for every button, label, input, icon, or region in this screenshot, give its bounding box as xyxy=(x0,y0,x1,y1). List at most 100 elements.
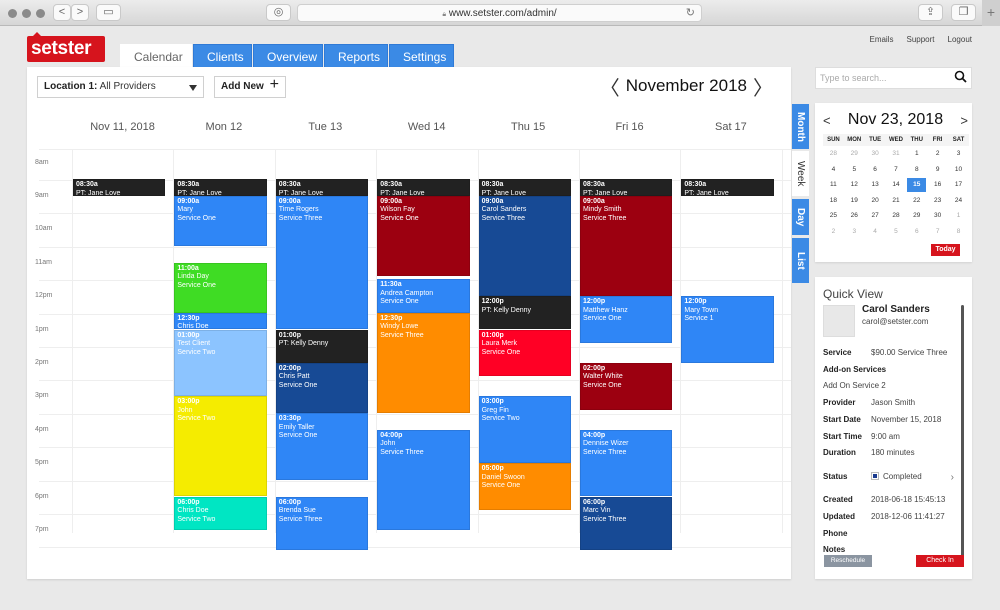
tab-calendar[interactable]: Calendar xyxy=(120,44,192,68)
appointment-event[interactable]: 08:30a PT: Jane Love xyxy=(377,179,470,196)
appointment-event[interactable]: 03:00p Greg Fin Service Two xyxy=(478,396,571,464)
appointment-event[interactable]: 02:00p Chris Patt Service One xyxy=(275,362,369,413)
appointment-event[interactable]: 01:00p Laura Merk Service One xyxy=(478,329,571,377)
search-icon[interactable] xyxy=(954,70,967,83)
window-zoom-button[interactable] xyxy=(36,9,45,18)
forward-button[interactable]: > xyxy=(71,4,89,21)
logout-link[interactable]: Logout xyxy=(948,35,972,44)
mini-calendar-day[interactable]: 17 xyxy=(948,177,969,193)
check-in-button[interactable]: Check In xyxy=(916,555,964,567)
appointment-event[interactable]: 12:00p Mary Town Service 1 xyxy=(681,296,774,363)
quick-view-scrollbar[interactable] xyxy=(961,305,964,560)
mini-calendar-day[interactable]: 13 xyxy=(865,177,886,193)
tab-overview[interactable]: Overview xyxy=(253,44,323,68)
view-tab-day[interactable]: Day xyxy=(792,199,809,235)
day-header[interactable]: Sat 17 xyxy=(680,121,781,133)
search-input[interactable]: Type to search... xyxy=(815,67,972,89)
view-tab-list[interactable]: List xyxy=(792,238,809,283)
mini-calendar-day[interactable]: 28 xyxy=(823,146,844,162)
mini-calendar-day[interactable]: 1 xyxy=(948,208,969,224)
mini-calendar-day[interactable]: 7 xyxy=(927,224,948,240)
sidebar-toggle-icon[interactable]: ▭ xyxy=(96,4,121,21)
tab-reports[interactable]: Reports xyxy=(324,44,388,68)
appointment-event[interactable]: 08:30a PT: Jane Love xyxy=(681,179,774,196)
mini-calendar-day[interactable]: 5 xyxy=(844,162,865,178)
day-header[interactable]: Nov 11, 2018 xyxy=(72,121,173,133)
day-header[interactable]: Fri 16 xyxy=(579,121,680,133)
day-header[interactable]: Wed 14 xyxy=(376,121,477,133)
appointment-event[interactable]: 02:00p Walter White Service One xyxy=(580,362,673,410)
appointment-event[interactable]: 03:00p John Service Two xyxy=(174,396,267,497)
mini-calendar-day[interactable]: 31 xyxy=(886,146,907,162)
appointment-event[interactable]: 09:00a Carol Sanders Service Three xyxy=(478,195,571,297)
appointment-event[interactable]: 04:00p John Service Three xyxy=(377,429,470,530)
appointment-event[interactable]: 05:00p Daniel Swoon Service One xyxy=(478,463,571,510)
mini-calendar-day[interactable]: 8 xyxy=(906,162,927,178)
mini-calendar-day[interactable]: 14 xyxy=(886,177,907,193)
mini-calendar-day[interactable]: 4 xyxy=(823,162,844,178)
mini-calendar-day[interactable]: 16 xyxy=(927,177,948,193)
mini-calendar-day[interactable]: 25 xyxy=(823,208,844,224)
day-header[interactable]: Mon 12 xyxy=(173,121,274,133)
appointment-event[interactable]: 06:00p Brenda Sue Service Three xyxy=(275,496,369,550)
mini-calendar-day[interactable]: 20 xyxy=(865,193,886,209)
appointment-event[interactable]: 08:30a PT: Jane Love xyxy=(275,179,369,196)
appointment-event[interactable]: 04:00p Dennise Wizer Service Three xyxy=(580,429,673,497)
support-link[interactable]: Support xyxy=(907,35,935,44)
mini-calendar-day[interactable]: 30 xyxy=(865,146,886,162)
mini-calendar-day[interactable]: 26 xyxy=(844,208,865,224)
back-button[interactable]: < xyxy=(53,4,71,21)
reschedule-button[interactable]: Reschedule xyxy=(824,555,872,567)
location-select[interactable]: Location 1: All Providers xyxy=(37,76,204,98)
view-tab-month[interactable]: Month xyxy=(792,104,809,149)
appointment-event[interactable]: 08:30a PT: Jane Love xyxy=(174,179,267,196)
mini-calendar-day[interactable]: 8 xyxy=(948,224,969,240)
appointment-event[interactable]: 06:00p Chris Doe Service Two xyxy=(174,496,267,530)
mini-calendar-day[interactable]: 30 xyxy=(927,208,948,224)
emails-link[interactable]: Emails xyxy=(869,35,893,44)
window-minimize-button[interactable] xyxy=(22,9,31,18)
add-new-button[interactable]: Add New + xyxy=(214,76,286,98)
mini-calendar-day[interactable]: 10 xyxy=(948,162,969,178)
mini-calendar-day[interactable]: 3 xyxy=(844,224,865,240)
appointment-event[interactable]: 12:30p Windy Lowe Service Three xyxy=(377,312,470,413)
appointment-event[interactable]: 01:00p Test Client Service Two xyxy=(174,329,267,397)
appointment-event[interactable]: 09:00a Time Rogers Service Three xyxy=(275,195,369,330)
mini-calendar-day[interactable]: 15 xyxy=(906,177,927,193)
day-header[interactable]: Thu 15 xyxy=(478,121,579,133)
mini-calendar-day[interactable]: 2 xyxy=(927,146,948,162)
mini-prev-button[interactable]: < xyxy=(823,113,831,128)
mini-calendar-day[interactable]: 22 xyxy=(906,193,927,209)
mini-calendar-day[interactable]: 3 xyxy=(948,146,969,162)
mini-calendar-day[interactable]: 1 xyxy=(906,146,927,162)
status-chevron-icon[interactable]: › xyxy=(951,472,954,483)
window-close-button[interactable] xyxy=(8,9,17,18)
appointment-event[interactable]: 12:00p PT: Kelly Denny xyxy=(478,296,571,330)
mini-calendar-day[interactable]: 27 xyxy=(865,208,886,224)
appointment-event[interactable]: 08:30a PT: Jane Love xyxy=(478,179,571,196)
mini-calendar-day[interactable]: 11 xyxy=(823,177,844,193)
privacy-icon[interactable]: ◎ xyxy=(266,4,291,21)
appointment-event[interactable]: 12:00p Matthew Hanz Service One xyxy=(580,296,673,343)
tab-clients[interactable]: Clients xyxy=(193,44,252,68)
mini-calendar-day[interactable]: 29 xyxy=(844,146,865,162)
mini-calendar-day[interactable]: 18 xyxy=(823,193,844,209)
reload-icon[interactable]: ↻ xyxy=(686,5,695,22)
mini-calendar-day[interactable]: 7 xyxy=(886,162,907,178)
status-value[interactable]: Completed xyxy=(883,472,922,481)
appointment-event[interactable]: 09:00a Wilson Fay Service One xyxy=(377,195,470,277)
address-bar[interactable]: 🔒︎ www.setster.com/admin/ ↻ xyxy=(297,4,702,22)
mini-calendar-day[interactable]: 19 xyxy=(844,193,865,209)
mini-next-button[interactable]: > xyxy=(960,113,968,128)
mini-calendar-day[interactable]: 4 xyxy=(865,224,886,240)
prev-month-button[interactable]: 〈 xyxy=(594,72,626,101)
appointment-event[interactable]: 08:30a PT: Jane Love xyxy=(580,179,673,196)
tabs-overview-icon[interactable]: ❐ xyxy=(951,4,976,21)
appointment-event[interactable]: 03:30p Emily Taller Service One xyxy=(275,413,369,480)
setster-logo[interactable]: setster xyxy=(27,32,105,62)
appointment-event[interactable]: 11:30a Andrea Campton Service One xyxy=(377,279,470,313)
next-month-button[interactable]: 〉 xyxy=(747,72,779,101)
mini-calendar-day[interactable]: 21 xyxy=(886,193,907,209)
mini-calendar-day[interactable]: 2 xyxy=(823,224,844,240)
mini-calendar-day[interactable]: 23 xyxy=(927,193,948,209)
